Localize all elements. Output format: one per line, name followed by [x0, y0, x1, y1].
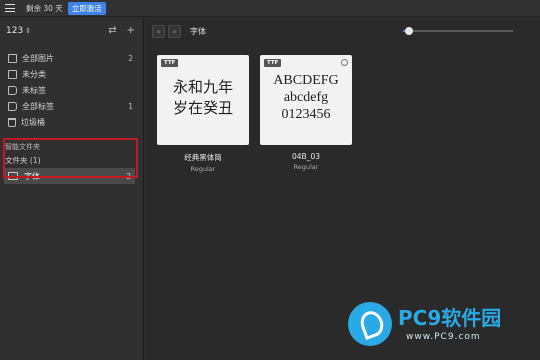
back-button[interactable]: ‹ [152, 24, 165, 38]
select-radio-icon[interactable] [341, 59, 348, 66]
font-style: Regular [190, 165, 216, 173]
sidebar-item-count: 1 [128, 101, 133, 111]
watermark: PC9软件园 www.PC9.com [348, 300, 538, 356]
sidebar-item-count: 2 [128, 53, 133, 63]
sidebar-item-all-images[interactable]: 全部图片 2 [0, 50, 143, 66]
trash-icon [8, 117, 16, 127]
sidebar-item-label: 全部标签 [22, 101, 54, 111]
preview-line: abcdefg [283, 90, 329, 105]
zoom-slider-thumb[interactable] [404, 27, 413, 35]
swap-icon[interactable]: ⇄ [108, 26, 116, 36]
format-badge: TTF [161, 59, 179, 67]
font-name: 经典黑体简 [184, 153, 222, 162]
font-thumbnail[interactable]: TTF ABCDEFG abcdefg 0123456 [260, 55, 352, 145]
font-style: Regular [293, 163, 319, 171]
sidebar-item-label: 垃圾桶 [21, 117, 45, 127]
preview-line: 0123456 [281, 107, 331, 122]
sidebar-item-label: 未标签 [22, 85, 46, 95]
library-header: 123 ⇕ ⇄ + [0, 18, 143, 44]
uncategorized-icon [8, 69, 17, 79]
sidebar-nav: 全部图片 2 未分类 未标签 全部标签 1 垃圾桶 [0, 50, 143, 130]
preview-line: ABCDEFG [273, 73, 339, 88]
activate-now-button[interactable]: 立即激活 [67, 1, 106, 15]
preview-line: 永和九年 [172, 78, 233, 96]
format-badge: TTF [264, 59, 282, 67]
font-card[interactable]: TTF ABCDEFG abcdefg 0123456 04B_03 Regul… [260, 55, 352, 171]
font-name: 04B_03 [292, 152, 320, 161]
zoom-slider[interactable] [403, 27, 513, 35]
sidebar: 123 ⇕ ⇄ + 全部图片 2 未分类 未标签 全部标签 1 垃圾桶 智能文件… [0, 18, 144, 360]
top-bar: 剩余 30 天 立即激活 [0, 0, 540, 17]
preview-line: 岁在癸丑 [172, 99, 233, 117]
tag-icon [8, 101, 17, 111]
font-thumbnail[interactable]: TTF 永和九年 岁在癸丑 [157, 55, 249, 145]
sidebar-item-label: 未分类 [22, 69, 46, 79]
sidebar-item-all-tags[interactable]: 全部标签 1 [0, 98, 143, 114]
watermark-url: www.PC9.com [406, 332, 481, 342]
font-card[interactable]: TTF 永和九年 岁在癸丑 经典黑体简 Regular [157, 55, 249, 173]
sidebar-item-uncategorized[interactable]: 未分类 [0, 66, 143, 82]
toolbar: ‹ › 字体 [145, 18, 540, 44]
current-folder-title: 字体 [190, 26, 206, 36]
images-icon [8, 53, 17, 63]
watermark-brand: PC9软件园 [398, 306, 502, 330]
sidebar-item-trash[interactable]: 垃圾桶 [0, 114, 143, 130]
library-switcher[interactable]: 123 [6, 26, 23, 36]
chevron-updown-icon[interactable]: ⇕ [25, 27, 31, 35]
trial-days-remaining: 剩余 30 天 [26, 3, 63, 13]
sidebar-item-untagged[interactable]: 未标签 [0, 82, 143, 98]
hamburger-menu-icon[interactable] [5, 4, 15, 12]
add-icon[interactable]: + [127, 26, 135, 36]
untagged-icon [8, 85, 17, 95]
highlight-box [3, 138, 138, 178]
pc9-logo-icon [348, 302, 392, 346]
forward-button[interactable]: › [168, 24, 181, 38]
sidebar-item-label: 全部图片 [22, 53, 54, 63]
